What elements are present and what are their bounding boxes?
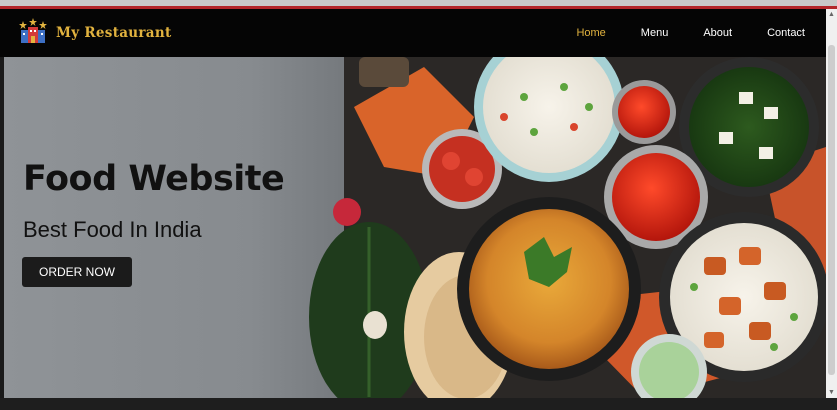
nav-menu-link[interactable]: Menu bbox=[641, 27, 669, 39]
restaurant-building-icon bbox=[18, 17, 48, 49]
order-now-button[interactable]: ORDER NOW bbox=[22, 257, 132, 287]
hero-section: Food Website Best Food In India ORDER NO… bbox=[4, 57, 826, 398]
brand[interactable]: My Restaurant bbox=[18, 17, 172, 49]
hero-title: Food Website bbox=[23, 159, 285, 199]
scroll-down-arrow-icon[interactable]: ▼ bbox=[826, 387, 837, 398]
page-scrollbar[interactable]: ▲ ▼ bbox=[826, 9, 837, 398]
hero-subtitle: Best Food In India bbox=[23, 217, 202, 242]
nav-contact-link[interactable]: Contact bbox=[767, 27, 805, 39]
nav-links: Home Menu About Contact bbox=[541, 27, 805, 39]
scrollbar-thumb[interactable] bbox=[828, 45, 835, 375]
navbar: My Restaurant Home Menu About Contact bbox=[0, 9, 837, 57]
bottom-edge bbox=[0, 398, 837, 410]
scroll-up-arrow-icon[interactable]: ▲ bbox=[826, 9, 837, 20]
brand-name: My Restaurant bbox=[56, 25, 172, 41]
nav-home-link[interactable]: Home bbox=[576, 27, 605, 39]
nav-about-link[interactable]: About bbox=[703, 27, 732, 39]
